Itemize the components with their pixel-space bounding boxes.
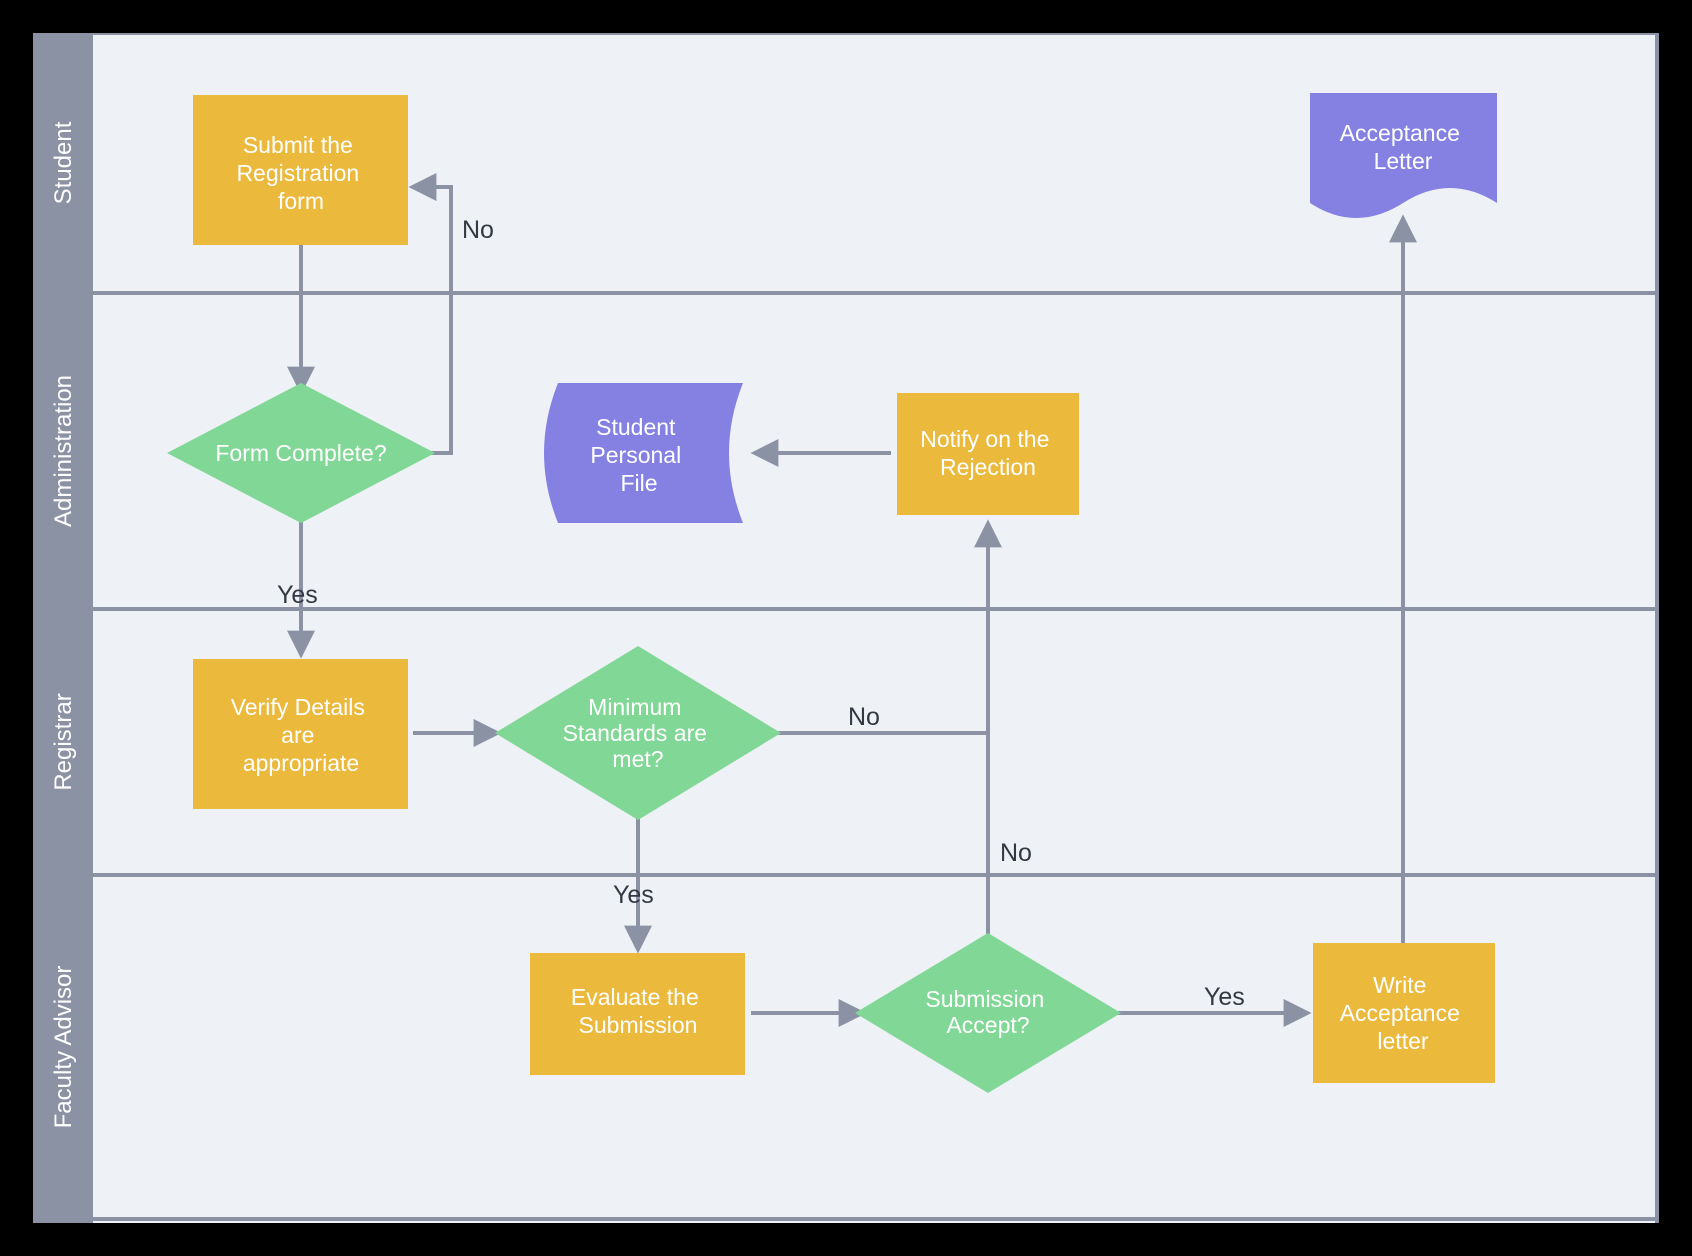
node-notify-rejection: Notify on the Rejection — [897, 393, 1079, 515]
t: appropriate — [243, 750, 359, 776]
edge-label-yes-1: Yes — [277, 581, 318, 609]
diagram-frame: Student Administration Registrar Faculty… — [0, 0, 1692, 1256]
t: letter — [1377, 1028, 1428, 1054]
node-student-file: Student Personal File — [544, 383, 743, 523]
t: Submit the — [243, 132, 353, 158]
t: Form Complete? — [215, 440, 386, 466]
t: Write — [1373, 972, 1426, 998]
t: met? — [612, 746, 663, 772]
t: Student — [596, 414, 676, 440]
t: File — [620, 470, 657, 496]
edge-label-yes-2: Yes — [613, 881, 654, 909]
t: Notify on the — [920, 426, 1049, 452]
node-write-acceptance: Write Acceptance letter — [1313, 943, 1495, 1083]
edge-label-yes-3: Yes — [1204, 983, 1245, 1011]
t: Acceptance — [1340, 1000, 1460, 1026]
t: Registration — [236, 160, 359, 186]
edge-label-no-1: No — [462, 216, 494, 244]
lane-label-student: Student — [50, 121, 77, 204]
edge-minstd-no — [775, 525, 988, 733]
t: Standards are — [563, 720, 707, 746]
t: Acceptance — [1340, 120, 1460, 146]
t: Minimum — [588, 694, 681, 720]
node-form-complete: Form Complete? — [167, 383, 435, 523]
edge-label-no-3: No — [1000, 839, 1032, 867]
node-submission-accept: Submission Accept? — [855, 933, 1121, 1093]
t: Rejection — [940, 454, 1036, 480]
lane-label-faculty-advisor: Faculty Advisor — [50, 966, 77, 1129]
node-submit-registration: Submit the Registration form — [193, 95, 408, 245]
t: Letter — [1374, 148, 1433, 174]
edge-label-no-2: No — [848, 703, 880, 731]
lane-label-administration: Administration — [50, 375, 77, 527]
node-acceptance-letter: Acceptance Letter — [1310, 93, 1497, 218]
t: Personal — [590, 442, 681, 468]
t: Verify Details — [231, 694, 365, 720]
t: Submission — [925, 986, 1044, 1012]
node-verify-details: Verify Details are appropriate — [193, 659, 408, 809]
diagram-canvas: Student Administration Registrar Faculty… — [33, 33, 1659, 1223]
t: form — [278, 188, 324, 214]
t: are — [281, 722, 314, 748]
edge-formcomplete-no — [414, 187, 451, 453]
t: Accept? — [946, 1012, 1029, 1038]
node-evaluate-submission: Evaluate the Submission — [530, 953, 745, 1075]
node-min-standards: Minimum Standards are met? — [495, 646, 781, 820]
t: Evaluate the — [571, 984, 699, 1010]
flowchart-svg: Student Administration Registrar Faculty… — [33, 33, 1659, 1223]
lane-label-registrar: Registrar — [50, 693, 77, 790]
t: Submission — [579, 1012, 698, 1038]
